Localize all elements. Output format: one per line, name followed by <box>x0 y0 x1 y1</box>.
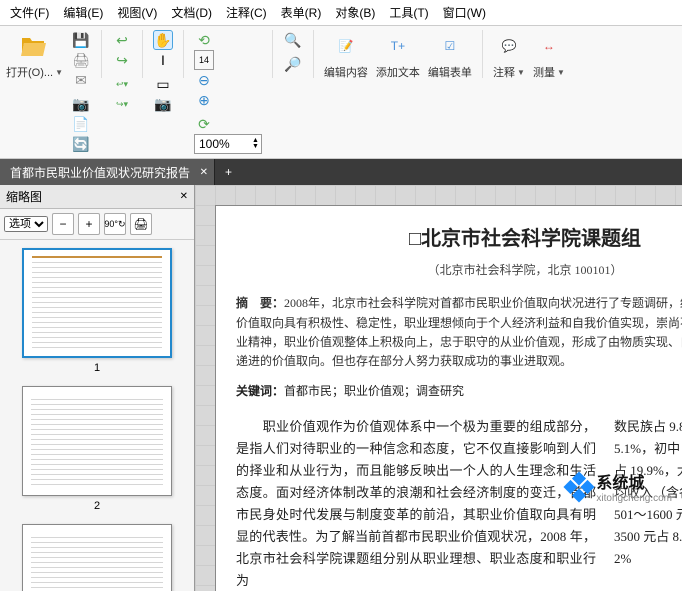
hand-icon[interactable]: ✋ <box>153 30 173 50</box>
zoom-value-field[interactable] <box>195 135 250 153</box>
add-tab-button[interactable]: + <box>215 159 242 185</box>
menu-tools[interactable]: 工具(T) <box>383 2 434 23</box>
menu-annot[interactable]: 注释(C) <box>220 2 273 23</box>
open-button[interactable]: 打开(O)... <box>6 64 53 80</box>
document-abstract: 摘 要：2008年，北京市社会科学院对首都市民职业价值取向状况进行了专题调研，结… <box>236 294 682 371</box>
comment-icon[interactable]: 💬 <box>493 30 525 62</box>
edit-content-button[interactable]: 编辑内容 <box>324 64 368 80</box>
document-title: □北京市社会科学院课题组 <box>236 222 682 256</box>
menu-doc[interactable]: 文档(D) <box>165 2 218 23</box>
document-subtitle: （北京市社会科学院，北京 100101） <box>236 260 682 280</box>
thumbnail-page[interactable]: 2 <box>8 386 186 512</box>
menu-file[interactable]: 文件(F) <box>4 2 55 23</box>
undo-dropdown-icon[interactable]: ↩▾ <box>112 74 132 94</box>
thumbnail-number: 2 <box>8 500 186 512</box>
open-icon[interactable] <box>18 30 50 62</box>
text-select-icon[interactable]: I <box>153 50 173 70</box>
zoom-in-thumb-icon[interactable]: + <box>78 213 100 235</box>
document-page: □北京市社会科学院课题组 （北京市社会科学院，北京 100101） 摘 要：20… <box>215 205 682 591</box>
chevron-down-icon[interactable]: ▼ <box>517 68 525 77</box>
rotate-thumb-icon[interactable]: 90°↻ <box>104 213 126 235</box>
add-text-button[interactable]: 添加文本 <box>376 64 420 80</box>
save-icon[interactable]: 💾 <box>71 30 91 50</box>
document-column-left: 职业价值观作为价值观体系中一个极为重要的组成部分，是指人们对待职业的一种信念和态… <box>236 416 596 591</box>
marquee-icon[interactable]: ▭ <box>153 74 173 94</box>
thumbnail-page[interactable]: 1 <box>8 248 186 374</box>
tab-title: 首都市民职业价值观状况研究报告 <box>10 164 190 181</box>
watermark: 系统城 xitohgcheng.com <box>568 469 672 504</box>
chevron-down-icon[interactable]: ▼ <box>557 68 565 77</box>
document-keywords: 关键词：首都市民；职业价值观；调查研究 <box>236 381 682 401</box>
watermark-logo-icon <box>564 471 595 502</box>
menu-edit[interactable]: 编辑(E) <box>57 2 109 23</box>
thumbnail-number: 1 <box>8 362 186 374</box>
rotate-cw-icon[interactable]: ⟳ <box>194 114 214 134</box>
snapshot-icon[interactable]: 📷 <box>153 94 173 114</box>
zoom-out-thumb-icon[interactable]: − <box>52 213 74 235</box>
thumbnail-panel-title: 缩略图 <box>6 188 42 205</box>
print-thumb-icon[interactable]: 🖨 <box>130 213 152 235</box>
redo-dropdown-icon[interactable]: ↪▾ <box>112 94 132 114</box>
find-icon[interactable]: 🔍 <box>283 30 303 50</box>
document-tab[interactable]: 首都市民职业价值观状况研究报告 ✕ <box>0 159 215 185</box>
redo-icon[interactable]: ↪ <box>112 50 132 70</box>
close-panel-icon[interactable]: ✕ <box>180 191 188 202</box>
measure-icon[interactable]: ↔ <box>533 30 565 62</box>
undo-icon[interactable]: ↩ <box>112 30 132 50</box>
edit-content-icon[interactable]: 📝 <box>330 30 362 62</box>
menu-view[interactable]: 视图(V) <box>111 2 163 23</box>
rotate-ccw-icon[interactable]: ⟲ <box>194 30 214 50</box>
fit-width-icon[interactable]: 14 <box>194 50 214 70</box>
print-icon[interactable]: 🖨 <box>71 50 91 70</box>
convert-icon[interactable]: 🔄 <box>71 134 91 154</box>
edit-form-button[interactable]: 编辑表单 <box>428 64 472 80</box>
edit-form-icon[interactable]: ☑ <box>434 30 466 62</box>
thumbnail-page[interactable]: 3 <box>8 524 186 591</box>
zoom-in-icon[interactable]: ⊕ <box>194 90 214 110</box>
thumbnail-view-select[interactable]: 选项 <box>4 216 48 232</box>
ocr-icon[interactable]: 📄 <box>71 114 91 134</box>
add-text-icon[interactable]: T+ <box>382 30 414 62</box>
find-adv-icon[interactable]: 🔎 <box>283 54 303 74</box>
zoom-out-icon[interactable]: ⊖ <box>194 70 214 90</box>
menu-window[interactable]: 窗口(W) <box>437 2 492 23</box>
zoom-input[interactable]: ▲▼ <box>194 134 262 154</box>
chevron-down-icon[interactable]: ▼ <box>55 68 63 77</box>
comment-button[interactable]: 注释 <box>493 64 515 80</box>
email-icon[interactable]: ✉ <box>71 70 91 90</box>
scan-icon[interactable]: 📷 <box>71 94 91 114</box>
menu-object[interactable]: 对象(B) <box>329 2 381 23</box>
menu-form[interactable]: 表单(R) <box>275 2 328 23</box>
measure-button[interactable]: 测量 <box>533 64 555 80</box>
close-icon[interactable]: ✕ <box>200 167 208 178</box>
